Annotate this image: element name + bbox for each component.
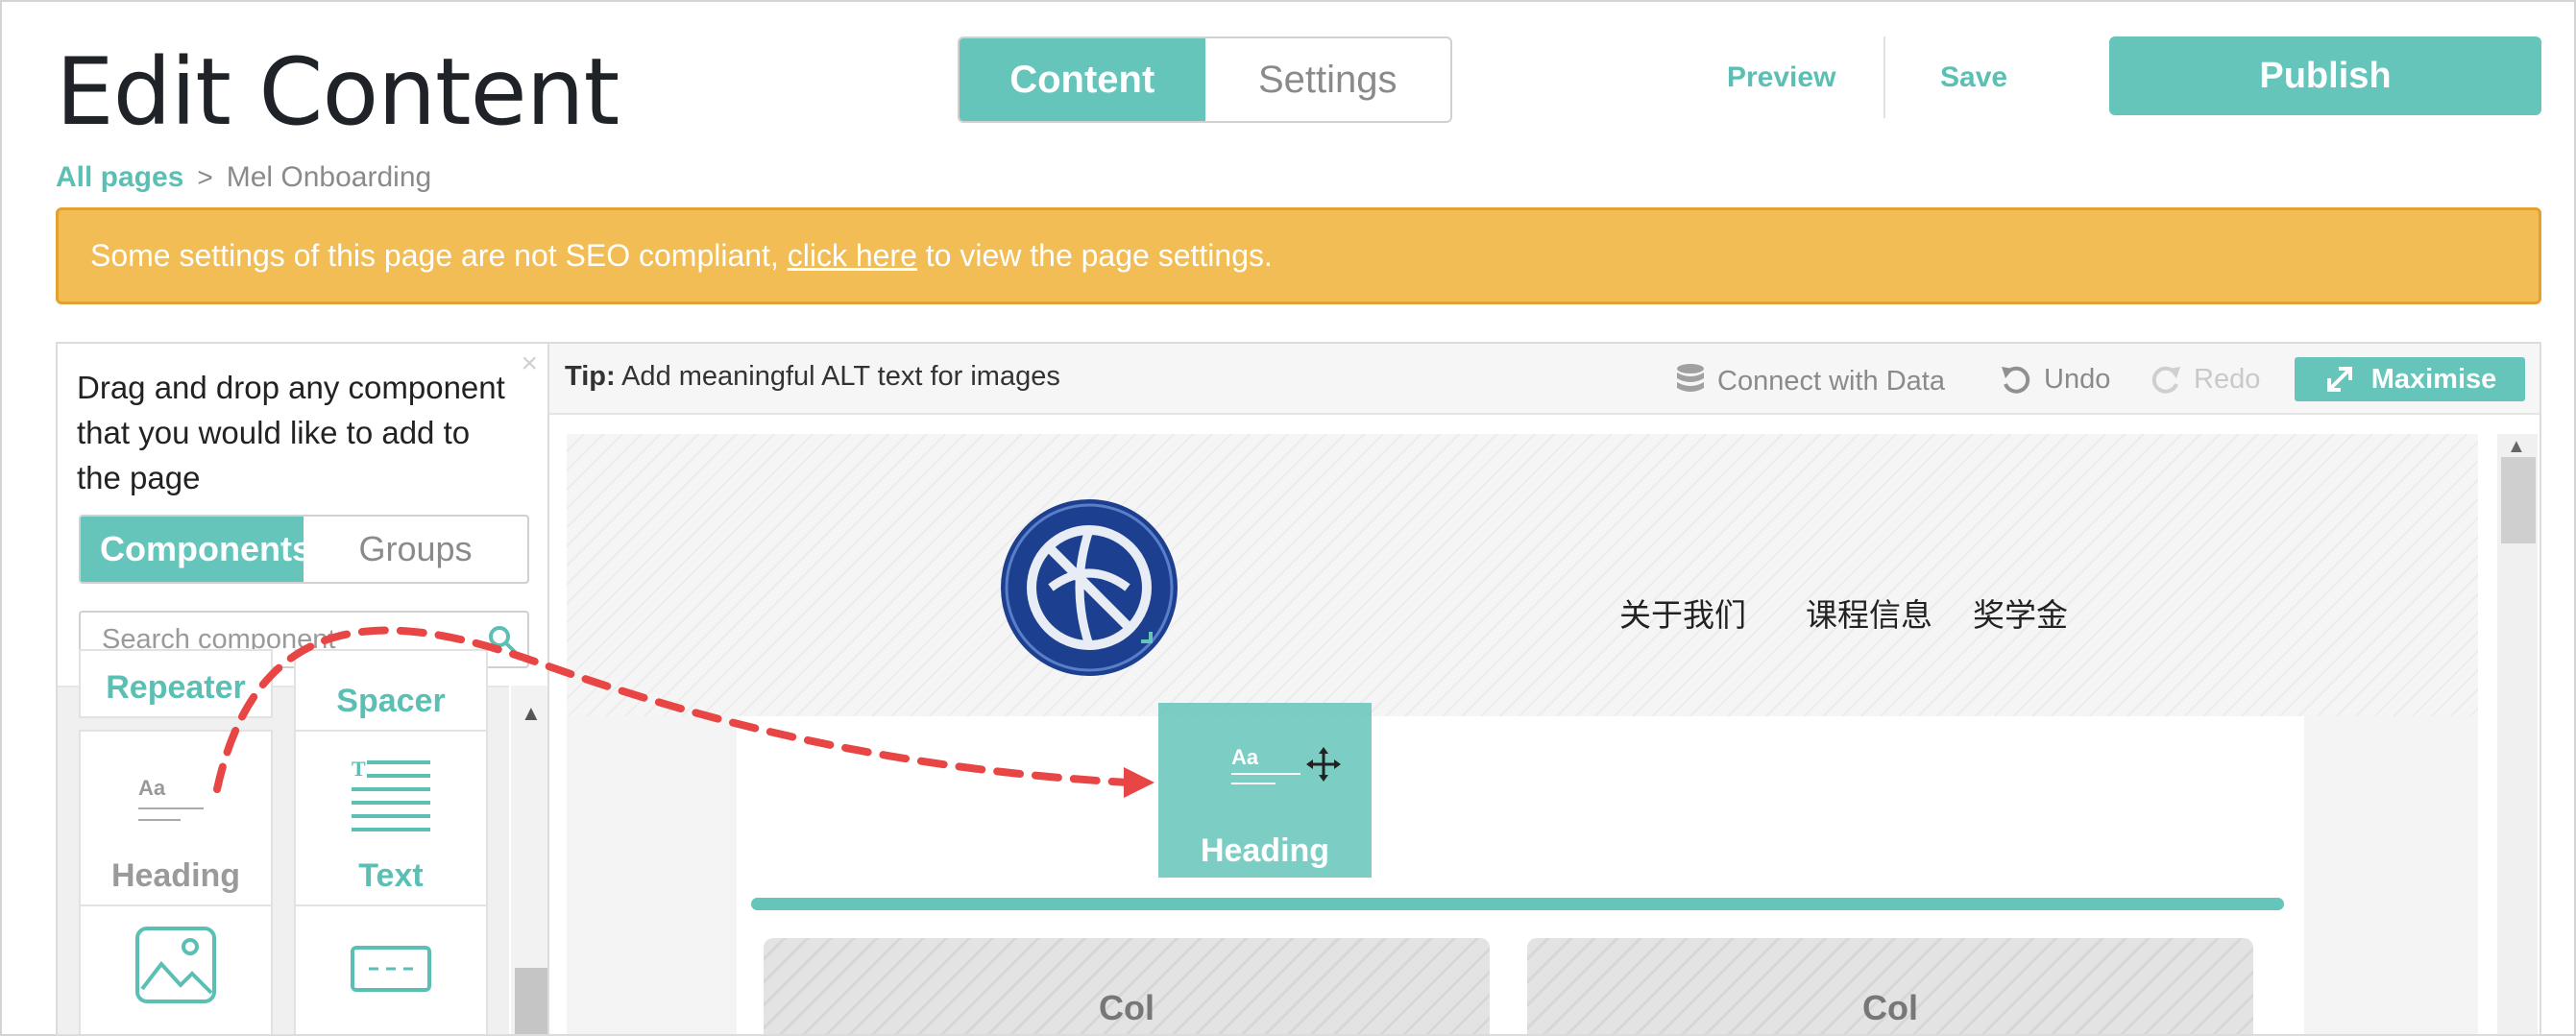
text-icon: T	[352, 757, 430, 831]
column-2[interactable]: Col	[1527, 938, 2253, 1034]
undo-button[interactable]: Undo	[2000, 363, 2110, 396]
page-title: Edit Content	[56, 38, 620, 146]
panel-tabs: Components Groups	[79, 515, 529, 584]
globe-logo-icon[interactable]	[993, 492, 1195, 693]
undo-icon	[2002, 366, 2030, 394]
nav-item-about[interactable]: 关于我们	[1619, 590, 1746, 636]
redo-label: Redo	[2194, 363, 2261, 395]
heading-icon: Aa	[138, 776, 204, 821]
component-heading[interactable]: Aa Heading	[79, 730, 273, 906]
page-canvas: Tip: Add meaningful ALT text for images …	[549, 342, 2541, 1036]
ghost-icon-text: Aa	[1231, 745, 1259, 769]
tip-label: Tip:	[565, 361, 616, 392]
page-preview: 关于我们 课程信息 奖学金 Col Col	[567, 434, 2478, 1034]
expand-icon	[2326, 367, 2352, 392]
panel-intro: Drag and drop any component that you wou…	[77, 370, 505, 495]
database-icon	[1677, 364, 1704, 392]
divider-line[interactable]	[751, 898, 2284, 910]
redo-icon	[2151, 366, 2180, 394]
search-icon[interactable]	[485, 622, 520, 657]
mode-tabs: Content Settings	[958, 36, 1452, 123]
preview-link[interactable]: Preview	[1727, 61, 1835, 94]
component-label: Text	[358, 857, 424, 894]
component-label: Heading	[110, 857, 241, 894]
breadcrumb-separator: >	[197, 162, 213, 192]
save-link[interactable]: Save	[1940, 61, 2007, 94]
page-header-section	[567, 434, 2478, 716]
button-icon	[351, 946, 431, 992]
tab-groups[interactable]: Groups	[304, 517, 527, 582]
component-button[interactable]	[294, 904, 488, 1034]
column-1[interactable]: Col	[764, 938, 1490, 1034]
component-label: Spacer	[336, 683, 446, 719]
connect-with-data-button[interactable]: Connect with Data	[1675, 363, 1945, 399]
tip-message: Add meaningful ALT text for images	[621, 361, 1060, 392]
column-label: Col	[1862, 988, 1918, 1027]
panel-scrollbar-thumb[interactable]	[515, 968, 547, 1034]
tab-settings[interactable]: Settings	[1205, 38, 1451, 121]
nav-item-courses[interactable]: 课程信息	[1806, 590, 1932, 636]
maximise-button[interactable]: Maximise	[2295, 357, 2525, 401]
scroll-up-arrow-icon[interactable]: ▲	[2507, 436, 2526, 458]
seo-alert: Some settings of this page are not SEO c…	[56, 207, 2541, 304]
component-spacer[interactable]: Spacer	[294, 649, 488, 732]
header-divider	[1883, 36, 1885, 118]
component-grid: Repeater Spacer Aa Heading T Text	[58, 649, 509, 1034]
tab-content[interactable]: Content	[960, 38, 1205, 121]
svg-text:T: T	[352, 757, 366, 781]
connect-label: Connect with Data	[1717, 365, 1945, 397]
tab-components[interactable]: Components	[81, 517, 304, 582]
column-label: Col	[1099, 988, 1154, 1027]
move-cursor-icon	[1306, 747, 1341, 782]
ghost-label: Heading	[1200, 832, 1330, 869]
nav-item-scholarship[interactable]: 奖学金	[1973, 590, 2068, 636]
breadcrumb-all-pages[interactable]: All pages	[56, 161, 183, 194]
undo-label: Undo	[2044, 363, 2111, 395]
breadcrumb-current: Mel Onboarding	[226, 161, 432, 193]
image-icon	[135, 927, 216, 1003]
component-repeater[interactable]: Repeater	[79, 649, 273, 718]
component-text[interactable]: T Text	[294, 730, 488, 906]
heading-icon: Aa	[1231, 745, 1300, 784]
maximise-label: Maximise	[2370, 363, 2497, 395]
component-label: Repeater	[106, 669, 246, 706]
canvas-toolbar: Tip: Add meaningful ALT text for images …	[549, 344, 2540, 415]
close-icon[interactable]: ×	[521, 348, 538, 380]
breadcrumb: All pages > Mel Onboarding	[56, 161, 431, 194]
component-image[interactable]	[79, 904, 273, 1034]
redo-button[interactable]: Redo	[2150, 363, 2260, 396]
canvas-scrollbar-thumb[interactable]	[2501, 457, 2536, 543]
publish-button[interactable]: Publish	[2109, 36, 2541, 115]
svg-text:Aa: Aa	[138, 776, 166, 800]
scroll-up-arrow-icon[interactable]: ▲	[521, 701, 542, 726]
alert-text-before: Some settings of this page are not SEO c…	[90, 238, 788, 273]
component-panel: × Drag and drop any component that you w…	[56, 342, 549, 1036]
dragging-heading-component[interactable]: Aa Heading	[1158, 703, 1372, 878]
alert-text-after: to view the page settings.	[916, 238, 1273, 273]
alert-settings-link[interactable]: click here	[788, 238, 917, 274]
tip-text: Tip: Add meaningful ALT text for images	[565, 361, 1060, 393]
